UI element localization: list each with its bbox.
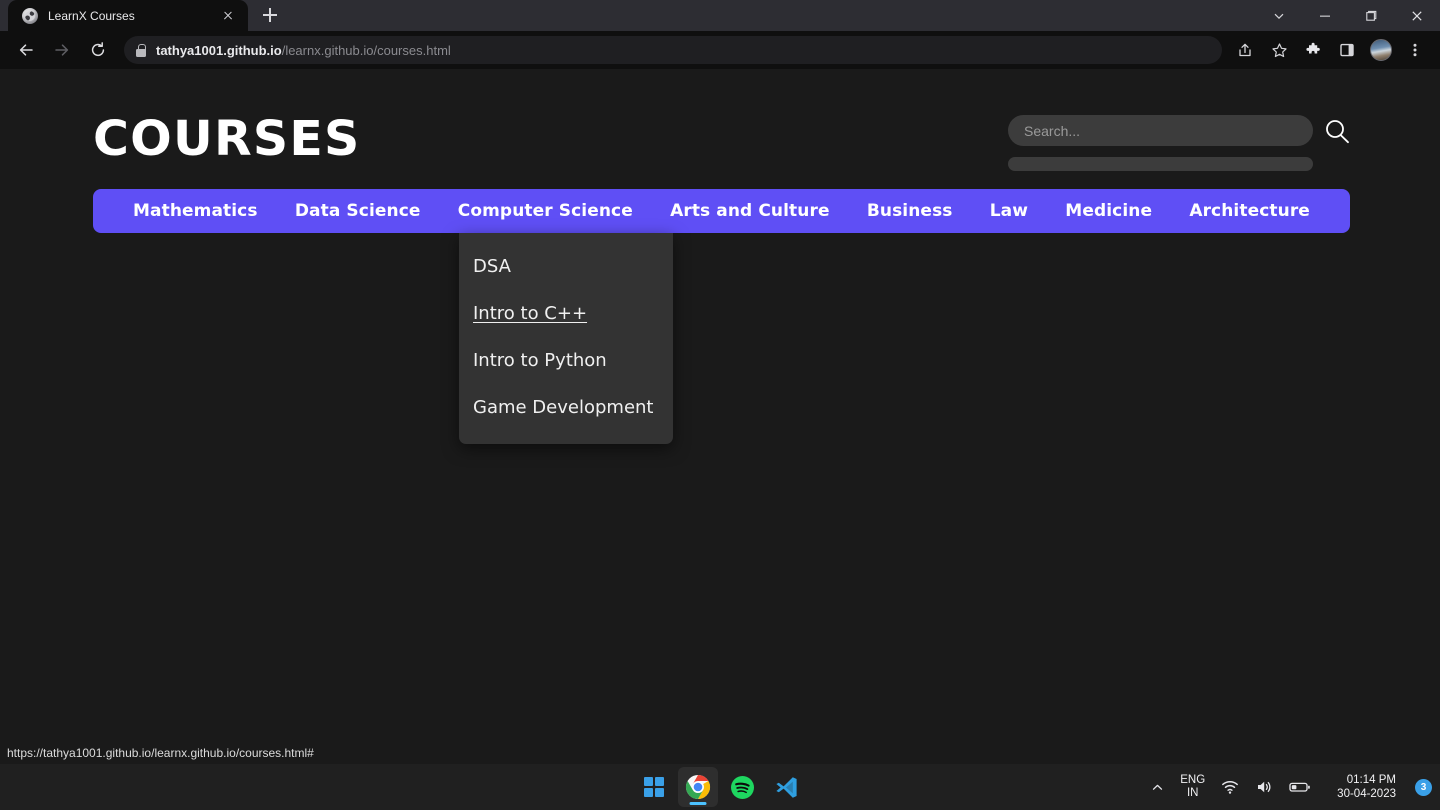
nav-item-medicine[interactable]: Medicine — [1065, 201, 1152, 221]
browser-window: LearnX Courses tathya1001.github.io/lear… — [0, 0, 1440, 810]
clock-date[interactable]: 01:14 PM 30-04-2023 — [1320, 767, 1409, 807]
battery-icon[interactable] — [1282, 767, 1318, 807]
taskbar-apps — [634, 767, 806, 807]
nav-item-arts-and-culture[interactable]: Arts and Culture — [670, 201, 830, 221]
profile-avatar[interactable] — [1366, 35, 1396, 65]
minimize-button[interactable] — [1302, 0, 1348, 31]
windows-taskbar: ENG IN 01:14 PM 30-04-2023 3 — [0, 764, 1440, 810]
notification-badge[interactable]: 3 — [1415, 778, 1432, 796]
page-viewport: COURSES Mathematics Data Science Compute… — [0, 69, 1440, 764]
browser-toolbar: tathya1001.github.io/learnx.github.io/co… — [0, 31, 1440, 69]
three-dot-menu-icon[interactable] — [1400, 35, 1430, 65]
back-icon[interactable] — [11, 35, 41, 65]
side-panel-icon[interactable] — [1332, 35, 1362, 65]
close-button[interactable] — [1394, 0, 1440, 31]
page-title: COURSES — [93, 111, 361, 167]
forward-icon[interactable] — [47, 35, 77, 65]
search-input[interactable] — [1008, 115, 1313, 146]
windows-start-icon[interactable] — [634, 767, 674, 807]
status-bar-link: https://tathya1001.github.io/learnx.gith… — [0, 743, 322, 764]
spotify-icon[interactable] — [722, 767, 762, 807]
url-host: tathya1001.github.io — [156, 42, 282, 58]
share-icon[interactable] — [1230, 35, 1260, 65]
category-nav: Mathematics Data Science Computer Scienc… — [93, 189, 1350, 233]
language-region: IN — [1186, 787, 1199, 799]
vscode-icon[interactable] — [766, 767, 806, 807]
language-primary: ENG — [1180, 774, 1206, 787]
bookmark-star-icon[interactable] — [1264, 35, 1294, 65]
lock-icon — [136, 43, 146, 57]
dropdown-item-game-development[interactable]: Game Development — [459, 396, 673, 420]
tab-title: LearnX Courses — [48, 8, 135, 23]
magnifier-icon[interactable] — [1324, 118, 1350, 144]
taskbar-time: 01:14 PM — [1346, 773, 1396, 786]
computer-science-dropdown: DSA Intro to C++ Intro to Python Game De… — [459, 233, 673, 444]
globe-icon — [22, 7, 38, 24]
nav-item-data-science[interactable]: Data Science — [295, 201, 421, 221]
new-tab-button[interactable] — [256, 1, 284, 29]
nav-item-business[interactable]: Business — [867, 201, 953, 221]
wifi-icon[interactable] — [1214, 767, 1246, 807]
system-tray: ENG IN 01:14 PM 30-04-2023 3 — [1144, 764, 1432, 810]
url-text: tathya1001.github.io/learnx.github.io/co… — [156, 43, 451, 58]
dropdown-item-intro-to-python[interactable]: Intro to Python — [459, 349, 673, 373]
nav-item-computer-science[interactable]: Computer Science — [458, 201, 633, 221]
search-suggestions-panel[interactable] — [1008, 157, 1313, 171]
tab-search-chevron-icon[interactable] — [1256, 0, 1302, 31]
dropdown-item-dsa[interactable]: DSA — [459, 255, 673, 279]
chevron-up-icon[interactable] — [1144, 767, 1171, 807]
url-path: /learnx.github.io/courses.html — [281, 42, 451, 58]
browser-tab[interactable]: LearnX Courses — [8, 0, 248, 31]
reload-icon[interactable] — [83, 35, 113, 65]
language-indicator[interactable]: ENG IN — [1173, 767, 1212, 807]
nav-item-mathematics[interactable]: Mathematics — [133, 201, 258, 221]
window-controls — [1256, 0, 1440, 31]
chrome-icon[interactable] — [678, 767, 718, 807]
search-area — [1008, 115, 1350, 171]
maximize-button[interactable] — [1348, 0, 1394, 31]
volume-icon[interactable] — [1248, 767, 1280, 807]
extensions-puzzle-icon[interactable] — [1298, 35, 1328, 65]
taskbar-date: 30-04-2023 — [1337, 788, 1396, 800]
tab-strip: LearnX Courses — [0, 0, 1440, 31]
close-icon[interactable] — [218, 6, 238, 26]
address-bar[interactable]: tathya1001.github.io/learnx.github.io/co… — [124, 36, 1222, 64]
dropdown-item-intro-to-cpp[interactable]: Intro to C++ — [459, 302, 673, 326]
nav-item-architecture[interactable]: Architecture — [1189, 201, 1310, 221]
nav-item-law[interactable]: Law — [990, 201, 1028, 221]
toolbar-icons — [1228, 35, 1432, 65]
